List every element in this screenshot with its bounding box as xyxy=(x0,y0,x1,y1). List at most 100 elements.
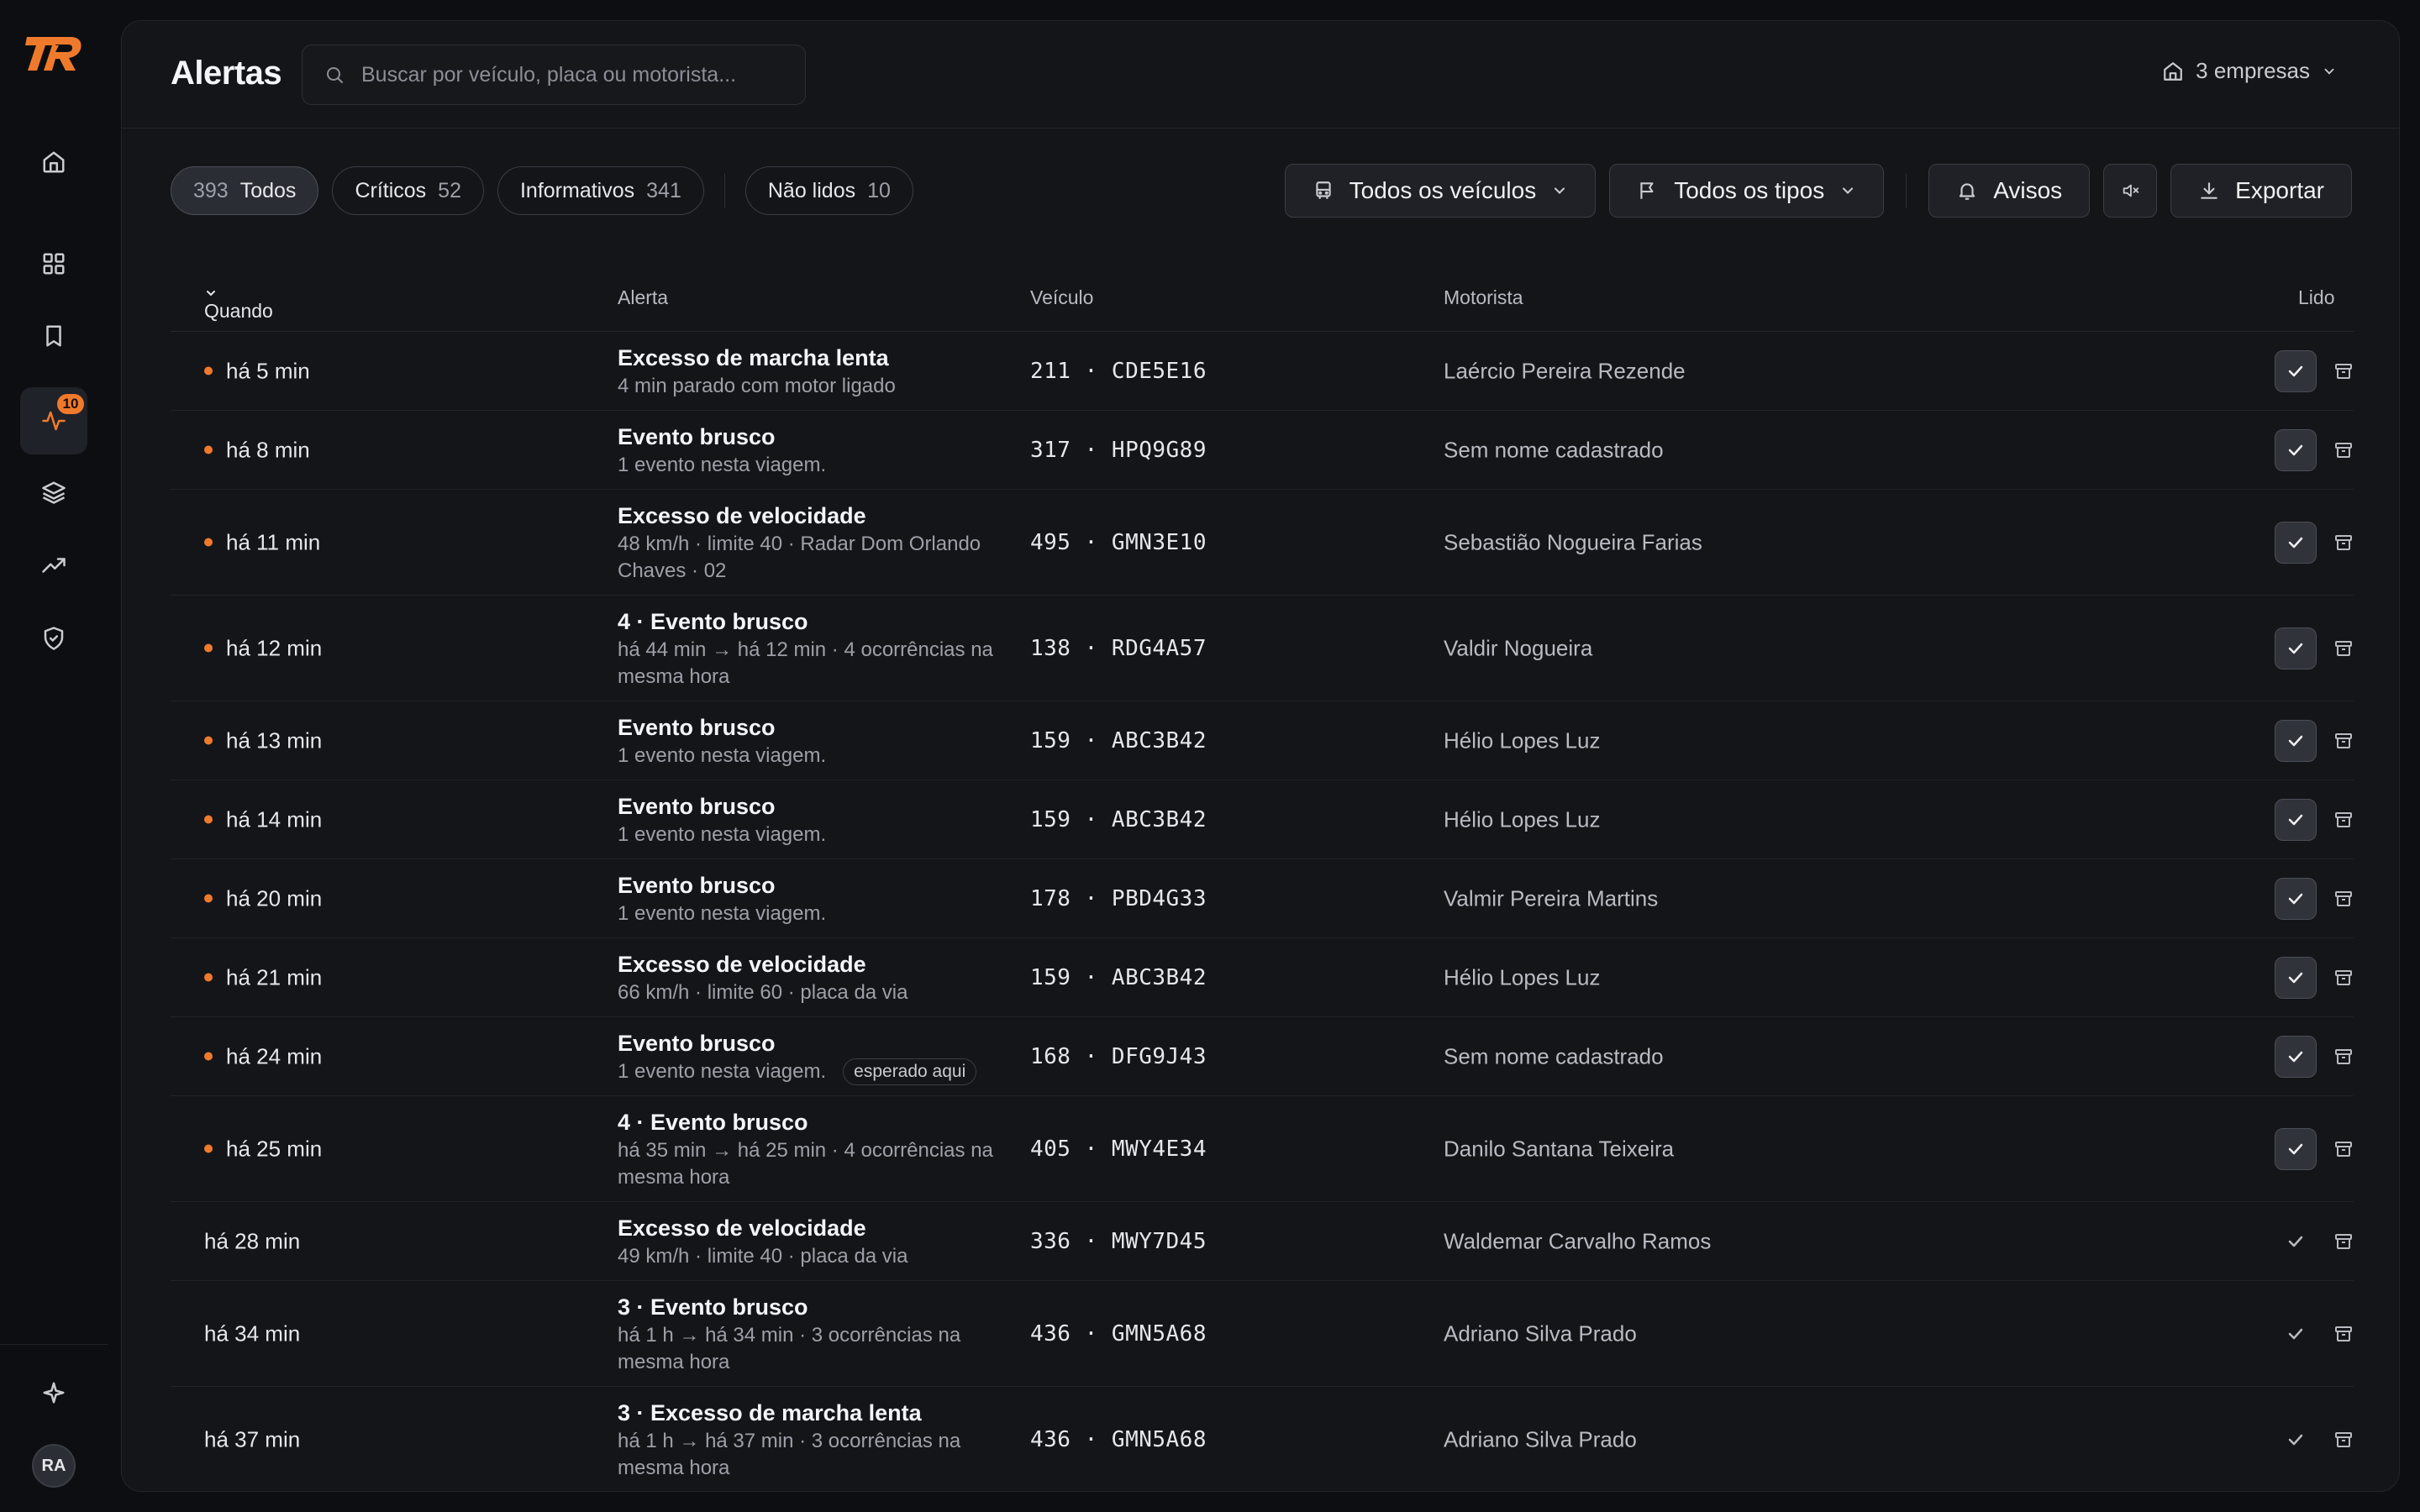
archive-icon xyxy=(2335,890,2352,906)
alert-subtitle: há 1 h → há 34 min · 3 ocorrências na me… xyxy=(618,1322,1013,1376)
mark-read-button[interactable] xyxy=(2275,956,2317,999)
nav-alerts[interactable]: 10 xyxy=(20,387,87,454)
row-when: há 13 min xyxy=(204,727,322,753)
row-when-text: há 13 min xyxy=(226,727,323,753)
table-row[interactable]: há 13 min Evento brusco 1 evento nesta via… xyxy=(171,701,2354,780)
archive-button[interactable] xyxy=(2327,803,2360,837)
archive-button[interactable] xyxy=(2327,1225,2360,1258)
row-when-text: há 37 min xyxy=(204,1426,301,1452)
mark-read-button[interactable] xyxy=(2275,349,2317,392)
check-icon xyxy=(2288,365,2303,376)
rail-divider xyxy=(0,1344,108,1345)
nav-assistant[interactable] xyxy=(20,1359,87,1426)
alert-title: Evento brusco xyxy=(618,1030,776,1056)
table-row[interactable]: há 5 min Excesso de marcha lenta 4 min par… xyxy=(171,332,2354,411)
table-row[interactable]: há 28 min Excesso de velocidade 49 km/h · … xyxy=(171,1202,2354,1281)
archive-button[interactable] xyxy=(2327,961,2360,995)
mark-read-button[interactable] xyxy=(2275,798,2317,841)
nav-saved[interactable] xyxy=(20,302,87,370)
nav-layers[interactable] xyxy=(20,459,87,526)
mute-button[interactable] xyxy=(2103,164,2158,218)
mark-read-button[interactable] xyxy=(2275,719,2317,762)
chip-count: 393 xyxy=(193,178,229,202)
archive-button[interactable] xyxy=(2327,632,2360,665)
table-row[interactable]: há 25 min 4 · Evento brusco há 35 min → há… xyxy=(171,1096,2354,1202)
mark-read-button[interactable] xyxy=(2275,1221,2317,1263)
mark-read-button[interactable] xyxy=(2275,521,2317,564)
vehicles-filter-label: Todos os veículos xyxy=(1349,177,1537,203)
chip-all[interactable]: 393 Todos xyxy=(171,166,319,215)
archive-button[interactable] xyxy=(2327,354,2360,388)
export-button[interactable]: Exportar xyxy=(2170,164,2352,218)
table-row[interactable]: há 11 min Excesso de velocidade 48 km/h · … xyxy=(171,490,2354,596)
row-vehicle: 495 · GMN3E10 xyxy=(1030,529,1207,555)
nav-trends[interactable] xyxy=(20,532,87,599)
row-driver: Adriano Silva Prado xyxy=(1444,1426,1637,1452)
nav-security[interactable] xyxy=(20,605,87,672)
mark-read-button[interactable] xyxy=(2275,1127,2317,1170)
archive-button[interactable] xyxy=(2327,882,2360,916)
mark-read-button[interactable] xyxy=(2275,1313,2317,1355)
row-alert: 3 · Excesso de marcha lenta há 1 h → há 3… xyxy=(618,1398,1013,1482)
row-when: há 14 min xyxy=(204,806,322,832)
row-vehicle: 436 · GMN5A68 xyxy=(1030,1320,1207,1347)
chip-informative[interactable]: Informativos 341 xyxy=(497,166,704,215)
alert-subtitle: 1 evento nesta viagem. xyxy=(618,452,1013,479)
table-row[interactable]: há 37 min 3 · Excesso de marcha lenta há 1… xyxy=(171,1387,2354,1491)
row-when: há 11 min xyxy=(204,529,320,555)
alert-subtitle: 4 min parado com motor ligado xyxy=(618,373,1013,400)
row-driver: Sem nome cadastrado xyxy=(1444,437,1664,462)
table-row[interactable]: há 12 min 4 · Evento brusco há 44 min → há… xyxy=(171,596,2354,701)
chevron-down-icon xyxy=(2324,68,2334,75)
table-row[interactable]: há 8 min Evento brusco 1 evento nesta viag… xyxy=(171,411,2354,490)
chip-divider xyxy=(723,173,725,208)
mark-read-button[interactable] xyxy=(2275,428,2317,471)
header-when[interactable]: Quando xyxy=(204,286,273,322)
mark-read-button[interactable] xyxy=(2275,1419,2317,1461)
header-driver: Motorista xyxy=(1444,286,1523,308)
company-selector[interactable]: 3 empresas xyxy=(2162,58,2337,84)
row-driver: Valmir Pereira Martins xyxy=(1444,885,1659,911)
types-filter[interactable]: Todos os tipos xyxy=(1609,164,1885,218)
chip-critical[interactable]: Críticos 52 xyxy=(332,166,484,215)
notices-button[interactable]: Avisos xyxy=(1928,164,2091,218)
table-row[interactable]: há 21 min Excesso de velocidade 66 km/h · … xyxy=(171,938,2354,1017)
check-icon xyxy=(2288,814,2303,825)
vehicles-filter[interactable]: Todos os veículos xyxy=(1284,164,1597,218)
table-row[interactable]: há 24 min Evento brusco 1 evento nesta via… xyxy=(171,1017,2354,1096)
table-row[interactable]: há 14 min Evento brusco 1 evento nesta via… xyxy=(171,780,2354,859)
archive-button[interactable] xyxy=(2327,433,2360,467)
chip-label: Críticos xyxy=(355,178,427,202)
nav-home[interactable] xyxy=(20,129,87,196)
archive-icon xyxy=(2335,811,2352,827)
search-input[interactable] xyxy=(361,62,765,87)
table-row[interactable]: há 20 min Evento brusco 1 evento nesta via… xyxy=(171,859,2354,938)
row-alert: Excesso de marcha lenta 4 min parado com … xyxy=(618,343,1013,400)
nav-dashboard[interactable] xyxy=(20,230,87,297)
mark-read-button[interactable] xyxy=(2275,1035,2317,1078)
search-box[interactable] xyxy=(302,45,806,105)
row-alert: Evento brusco 1 evento nesta viagem. esper… xyxy=(618,1028,1013,1085)
row-alert: Excesso de velocidade 66 km/h · limite 60… xyxy=(618,949,1013,1006)
archive-button[interactable] xyxy=(2327,724,2360,758)
archive-button[interactable] xyxy=(2327,1040,2360,1074)
archive-button[interactable] xyxy=(2327,1423,2360,1457)
chip-label: Não lidos xyxy=(767,178,856,202)
row-vehicle: 178 · PBD4G33 xyxy=(1030,885,1207,911)
archive-button[interactable] xyxy=(2327,1132,2360,1166)
avatar[interactable]: RA xyxy=(32,1444,76,1488)
unread-dot xyxy=(204,538,213,547)
archive-button[interactable] xyxy=(2327,1317,2360,1351)
chip-count: 10 xyxy=(867,178,891,202)
mark-read-button[interactable] xyxy=(2275,877,2317,920)
row-when-text: há 24 min xyxy=(226,1043,323,1068)
table-row[interactable]: há 34 min 3 · Evento brusco há 1 h → há 34… xyxy=(171,1281,2354,1387)
row-when: há 24 min xyxy=(204,1043,322,1069)
mark-read-button[interactable] xyxy=(2275,627,2317,669)
row-when-text: há 14 min xyxy=(226,806,323,832)
archive-button[interactable] xyxy=(2327,526,2360,559)
alert-title: Excesso de marcha lenta xyxy=(618,344,889,370)
logo-icon[interactable] xyxy=(25,34,82,74)
check-icon xyxy=(2288,1051,2303,1062)
chip-unread[interactable]: Não lidos 10 xyxy=(744,166,913,215)
